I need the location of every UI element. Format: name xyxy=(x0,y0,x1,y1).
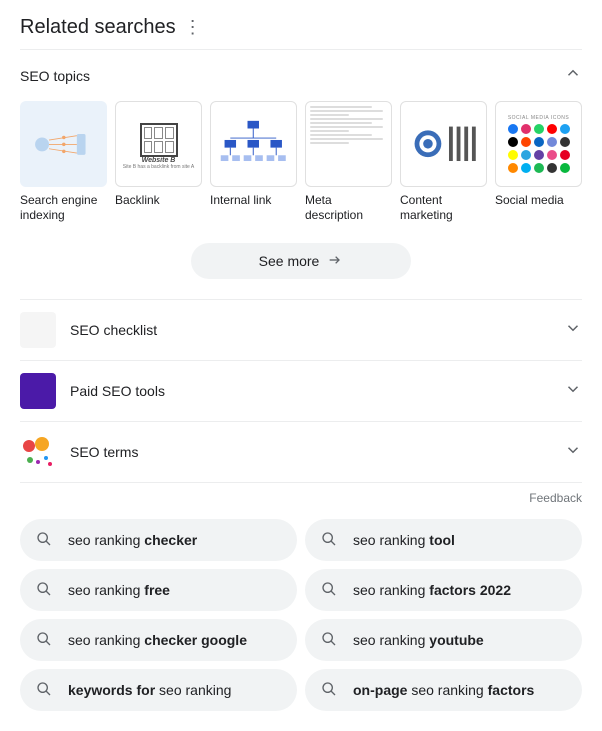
search-pill[interactable]: keywords for seo ranking xyxy=(20,669,297,711)
chevron-down-icon xyxy=(564,319,582,342)
see-more-button[interactable]: See more xyxy=(191,243,411,279)
search-pill[interactable]: seo ranking factors 2022 xyxy=(305,569,582,611)
topic-card-search-engine-indexing[interactable]: Search engine indexing xyxy=(20,101,107,223)
pill-label: seo ranking checker xyxy=(68,532,197,548)
search-icon xyxy=(321,531,337,550)
section-label: SEO checklist xyxy=(70,322,550,338)
topic-thumb xyxy=(305,101,392,187)
pill-label: on-page seo ranking factors xyxy=(353,682,534,698)
search-pill[interactable]: seo ranking free xyxy=(20,569,297,611)
related-search-pills: seo ranking checker seo ranking tool seo… xyxy=(20,519,582,711)
pill-label: seo ranking youtube xyxy=(353,632,484,648)
header-title: Related searches xyxy=(20,16,176,39)
section-paid-seo-tools[interactable]: Paid SEO tools xyxy=(20,360,582,421)
section-thumb xyxy=(20,373,56,409)
search-icon xyxy=(36,631,52,650)
pill-label: seo ranking factors 2022 xyxy=(353,582,511,598)
section-thumb xyxy=(20,434,56,470)
see-more-label: See more xyxy=(259,253,320,269)
search-icon xyxy=(36,531,52,550)
search-pill[interactable]: seo ranking checker xyxy=(20,519,297,561)
section-title: SEO topics xyxy=(20,68,90,84)
topic-label: Search engine indexing xyxy=(20,193,107,223)
topic-thumb: SOCIAL MEDIA ICONS xyxy=(495,101,582,187)
section-thumb xyxy=(20,312,56,348)
topic-card-backlink[interactable]: Website B Site B has a backlink from sit… xyxy=(115,101,202,223)
search-pill[interactable]: seo ranking tool xyxy=(305,519,582,561)
topic-card-social-media[interactable]: SOCIAL MEDIA ICONS Social media xyxy=(495,101,582,223)
topic-card-content-marketing[interactable]: Content marketing xyxy=(400,101,487,223)
search-pill[interactable]: on-page seo ranking factors xyxy=(305,669,582,711)
search-pill[interactable]: seo ranking checker google xyxy=(20,619,297,661)
chevron-down-icon xyxy=(564,380,582,403)
chevron-down-icon xyxy=(564,441,582,464)
feedback-link[interactable]: Feedback xyxy=(20,482,582,519)
topic-thumb xyxy=(400,101,487,187)
chevron-up-icon xyxy=(564,64,582,87)
related-searches-header: Related searches ⋮ xyxy=(20,0,582,49)
search-icon xyxy=(321,631,337,650)
topic-thumb: Website B Site B has a backlink from sit… xyxy=(115,101,202,187)
topic-label: Internal link xyxy=(210,193,297,208)
topic-card-meta-description[interactable]: Meta description xyxy=(305,101,392,223)
section-seo-checklist[interactable]: SEO checklist xyxy=(20,299,582,360)
topic-thumb xyxy=(210,101,297,187)
pill-label: keywords for seo ranking xyxy=(68,682,231,698)
topic-label: Content marketing xyxy=(400,193,487,223)
section-seo-topics[interactable]: SEO topics xyxy=(20,50,582,101)
search-icon xyxy=(36,681,52,700)
pill-label: seo ranking checker google xyxy=(68,632,247,648)
search-pill[interactable]: seo ranking youtube xyxy=(305,619,582,661)
section-seo-terms[interactable]: SEO terms xyxy=(20,421,582,482)
pill-label: seo ranking tool xyxy=(353,532,455,548)
search-icon xyxy=(321,581,337,600)
pill-label: seo ranking free xyxy=(68,582,170,598)
search-icon xyxy=(321,681,337,700)
topic-card-internal-link[interactable]: Internal link xyxy=(210,101,297,223)
more-options-icon[interactable]: ⋮ xyxy=(184,17,200,38)
topic-label: Meta description xyxy=(305,193,392,223)
topic-card-row: Search engine indexing Website B Site B … xyxy=(20,101,582,235)
section-label: SEO terms xyxy=(70,444,550,460)
search-icon xyxy=(36,581,52,600)
section-label: Paid SEO tools xyxy=(70,383,550,399)
topic-thumb xyxy=(20,101,107,187)
arrow-right-icon xyxy=(327,252,343,271)
topic-label: Backlink xyxy=(115,193,202,208)
topic-label: Social media xyxy=(495,193,582,208)
